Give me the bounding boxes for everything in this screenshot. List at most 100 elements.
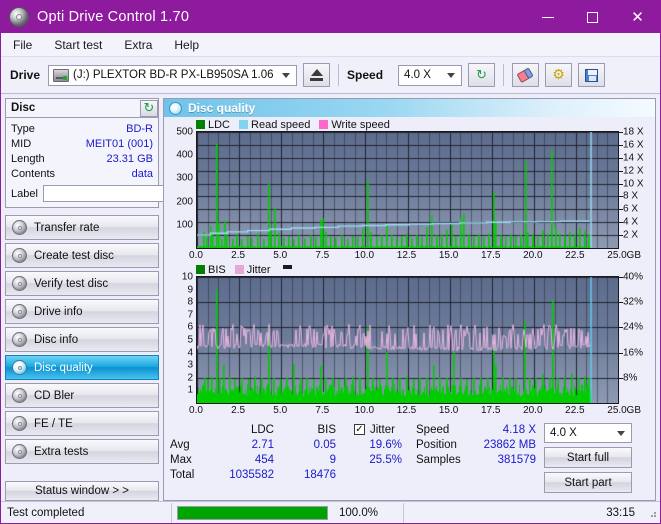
y2-tick-label: 8 X: [623, 190, 639, 202]
test-speed-select[interactable]: 4.0 X: [544, 423, 632, 443]
sidebar-item-extra-tests[interactable]: Extra tests: [5, 439, 159, 464]
status-window-button[interactable]: Status window > >: [5, 481, 159, 501]
disc-icon: [12, 332, 27, 347]
jitter-checkbox-row[interactable]: ✓ Jitter: [354, 422, 402, 437]
sidebar-item-label: Extra tests: [34, 445, 89, 458]
y-tick-label: 7: [187, 309, 193, 321]
y2-tick-label: 18 X: [623, 126, 644, 138]
toolbar: Drive (J:) PLEXTOR BD-R PX-LB950SA 1.06 …: [1, 57, 660, 94]
maximize-button[interactable]: [570, 1, 615, 33]
legend-label-ldc: LDC: [208, 118, 231, 131]
progress-percent: 100.0%: [339, 506, 379, 519]
position-row: Position 23862 MB: [416, 437, 536, 452]
disc-icon: [12, 360, 27, 375]
speed-select[interactable]: 4.0 X: [398, 64, 463, 86]
drive-select-value: (J:) PLEXTOR BD-R PX-LB950SA 1.06: [73, 69, 274, 81]
bis-plot-area: [196, 276, 619, 404]
disc-refresh-button[interactable]: ↻: [140, 99, 158, 117]
legend-swatch-ldc: [196, 120, 205, 129]
disc-icon: [12, 220, 27, 235]
x-tick-label: 22.5: [565, 405, 585, 416]
stats-value-ldc: 2.71: [251, 438, 274, 451]
drive-select[interactable]: (J:) PLEXTOR BD-R PX-LB950SA 1.06: [48, 64, 298, 86]
disc-row-key: Type: [11, 122, 35, 135]
window-controls: ✕: [525, 1, 660, 33]
menu-item-start-test[interactable]: Start test: [44, 36, 112, 54]
sidebar-item-create-test-disc[interactable]: Create test disc: [5, 243, 159, 268]
sidebar-item-label: Verify test disc: [34, 277, 109, 290]
speed-label: Speed: [347, 68, 384, 82]
jitter-checkbox[interactable]: ✓: [354, 424, 365, 435]
start-part-button[interactable]: Start part: [544, 472, 632, 493]
menu-item-help[interactable]: Help: [164, 36, 209, 54]
jitter-label: Jitter: [370, 423, 395, 436]
stats-value-bis: 9: [329, 453, 336, 466]
status-bar: Test completed 100.0% 33:15: [1, 501, 660, 523]
sidebar-item-label: Create test disc: [34, 249, 114, 262]
save-button[interactable]: [578, 63, 606, 87]
bis-plot-row: 1 2 3 4 5 6 7 8 9 10 8% 16% 24% 32% 40%: [166, 272, 653, 404]
disc-row-key: MID: [11, 137, 32, 150]
menu-item-extra[interactable]: Extra: [114, 36, 162, 54]
ldc-chart: LDC Read speed Write speed 100 200 300 400 5…: [166, 118, 653, 263]
disc-row-mid: MID MEIT01 (001): [11, 136, 153, 151]
chevron-down-icon: [282, 72, 291, 78]
disc-row-key: Contents: [11, 167, 56, 180]
menu-item-file[interactable]: File: [3, 36, 42, 54]
samples-row: Samples 381579: [416, 452, 536, 467]
y-tick-label: 8: [187, 296, 193, 308]
app-title: Opti Drive Control 1.70: [37, 9, 190, 25]
disc-icon: [12, 388, 27, 403]
close-button[interactable]: ✕: [615, 1, 660, 33]
legend-item-read-speed: Read speed: [239, 119, 310, 131]
stats-value-ldc: 1035582: [229, 468, 274, 481]
y-tick-label: 400: [176, 149, 193, 161]
disc-tools-button[interactable]: ⚙: [545, 63, 573, 87]
minimize-button[interactable]: [525, 1, 570, 33]
eject-button[interactable]: [303, 63, 331, 87]
app-body: Disc ↻ Type BD-R MID MEIT01 (001) Length…: [1, 94, 660, 501]
status-divider: [171, 502, 172, 523]
legend-label-write-speed: Write speed: [331, 118, 390, 131]
test-actions: 4.0 X Start full Start part: [544, 422, 632, 500]
x-tick-label: 10.0: [354, 405, 375, 416]
sidebar-item-transfer-rate[interactable]: Transfer rate: [5, 215, 159, 240]
chevron-down-icon: [447, 72, 456, 78]
sidebar-item-fe-te[interactable]: FE / TE: [5, 411, 159, 436]
refresh-button[interactable]: ↻: [468, 63, 496, 87]
stats-row-total: Total 1035582 18476: [170, 467, 336, 482]
charts-area: LDC Read speed Write speed 100 200 300 400 5…: [164, 117, 655, 418]
x-tick-label: 12.5: [396, 405, 417, 416]
jitter-avg-value: 19.6%: [369, 438, 402, 451]
sidebar-item-label: FE / TE: [34, 417, 73, 430]
ldc-y-axis: 100 200 300 400 500: [166, 127, 196, 247]
sidebar-item-label: CD Bler: [34, 389, 75, 402]
speed-key: Speed: [416, 423, 450, 436]
sidebar-item-verify-test-disc[interactable]: Verify test disc: [5, 271, 159, 296]
y-tick-label: 300: [176, 172, 193, 184]
stats-col-ldc: LDC: [250, 423, 274, 436]
legend-item-bis: BIS: [196, 264, 226, 276]
check-icon: ✓: [355, 423, 364, 435]
erase-button[interactable]: [512, 63, 540, 87]
x-tick-label: 0.0: [189, 405, 203, 416]
y-tick-label: 9: [187, 284, 193, 296]
start-full-button[interactable]: Start full: [544, 447, 632, 468]
x-tick-label: 12.5: [396, 250, 417, 261]
stats-table: LDC BIS Avg 2.71 0.05 Max 454 9 Total 10…: [170, 422, 336, 500]
eraser-icon: [516, 67, 535, 84]
disc-row-key: Length: [11, 152, 45, 165]
resize-grip[interactable]: [647, 508, 657, 518]
title-bar: Opti Drive Control 1.70 ✕: [1, 1, 660, 33]
sidebar-item-label: Drive info: [34, 305, 83, 318]
sidebar-item-disc-quality[interactable]: Disc quality: [5, 355, 159, 380]
legend-swatch-write-speed: [319, 120, 329, 129]
sidebar-item-disc-info[interactable]: Disc info: [5, 327, 159, 352]
disc-icon: [12, 304, 27, 319]
elapsed-time: 33:15: [606, 506, 635, 519]
disc-row-contents: Contents data: [11, 166, 153, 181]
legend-swatch-bis: [196, 265, 205, 274]
sidebar-item-drive-info[interactable]: Drive info: [5, 299, 159, 324]
sidebar-item-cd-bler[interactable]: CD Bler: [5, 383, 159, 408]
